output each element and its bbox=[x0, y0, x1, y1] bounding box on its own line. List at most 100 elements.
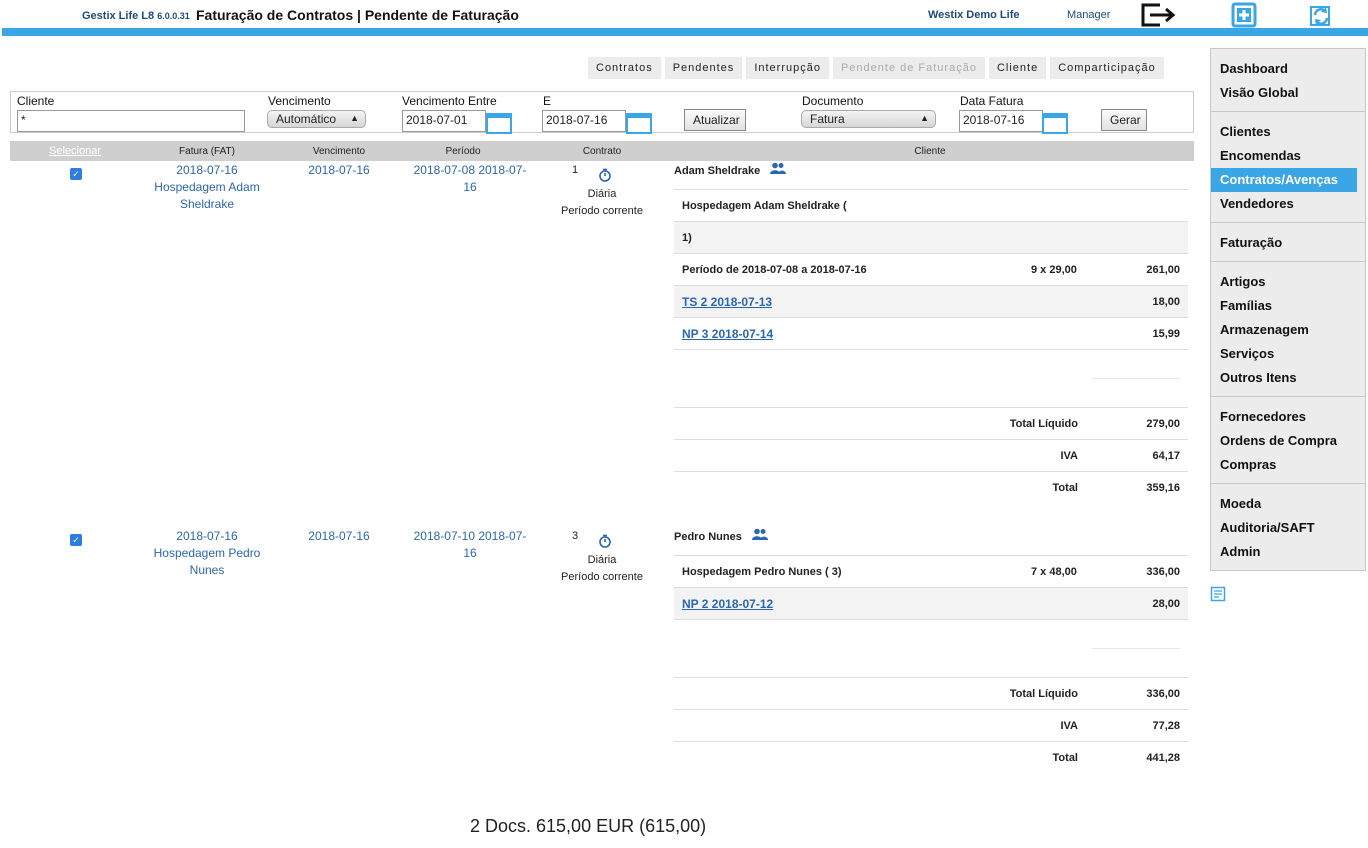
row-select-checkbox[interactable]: ✓ bbox=[70, 534, 82, 546]
tab-interrupção[interactable]: Interrupção bbox=[746, 57, 829, 79]
contrato-number: 1 bbox=[572, 164, 579, 176]
invoice-line: TS 2 2018-07-13 18,00 bbox=[674, 286, 1188, 318]
sidebar-item-vendedores[interactable]: Vendedores bbox=[1211, 192, 1365, 216]
header-accent-bar bbox=[2, 28, 1368, 36]
sidebar-item-contratos-aven-as[interactable]: Contratos/Avenças bbox=[1211, 168, 1357, 192]
periodo-link[interactable]: 2018-07-10 2018-07-16 bbox=[408, 528, 532, 562]
total-value: 441,28 bbox=[1146, 752, 1180, 764]
summary-total: 2 Docs. 615,00 EUR (615,00) bbox=[470, 816, 707, 836]
stopwatch-icon[interactable] bbox=[598, 168, 612, 182]
column-header-contrato: Contrato bbox=[582, 146, 622, 157]
gerar-button[interactable]: Gerar bbox=[1101, 109, 1147, 131]
total-value: 359,16 bbox=[1146, 482, 1180, 494]
sidebar-item-fatura-o[interactable]: Faturação bbox=[1211, 231, 1365, 255]
sidebar-item-admin[interactable]: Admin bbox=[1211, 540, 1365, 564]
total-value: 279,00 bbox=[1146, 418, 1180, 430]
sidebar-group: Dashboard Visão Global bbox=[1210, 48, 1366, 111]
calendar-icon[interactable] bbox=[1042, 113, 1068, 134]
top-header: Gestix Life L8 6.0.0.31 Faturação de Con… bbox=[0, 0, 1368, 28]
tab-pendentes[interactable]: Pendentes bbox=[664, 57, 743, 79]
sidebar-item-artigos[interactable]: Artigos bbox=[1211, 270, 1365, 294]
company-name[interactable]: Westix Demo Life bbox=[928, 9, 1020, 21]
sidebar-item-dashboard[interactable]: Dashboard bbox=[1211, 57, 1365, 81]
tab-comparticipação[interactable]: Comparticipação bbox=[1050, 57, 1164, 79]
vencimento-link[interactable]: 2018-07-16 bbox=[289, 528, 389, 545]
documento-select-value: Fatura bbox=[810, 112, 845, 126]
table-header: Selecionar Fatura (FAT) Vencimento Perío… bbox=[10, 141, 1194, 161]
select-arrows-icon: ▲ bbox=[920, 113, 929, 123]
invoice-line: Hospedagem Adam Sheldrake ( bbox=[674, 190, 1188, 222]
sidebar-item-encomendas[interactable]: Encomendas bbox=[1211, 144, 1365, 168]
calendar-icon[interactable] bbox=[626, 113, 652, 134]
select-all-link[interactable]: Selecionar bbox=[46, 145, 104, 157]
sidebar-item-compras[interactable]: Compras bbox=[1211, 453, 1365, 477]
logout-icon[interactable] bbox=[1140, 2, 1176, 28]
total-label: Total Líquido bbox=[1009, 418, 1078, 430]
contrato-frequency: Diária Período corrente bbox=[561, 188, 643, 217]
document-link[interactable]: NP 3 2018-07-14 bbox=[682, 327, 773, 341]
sidebar-item-clientes[interactable]: Clientes bbox=[1211, 120, 1365, 144]
documento-label: Documento bbox=[802, 94, 864, 108]
contrato-frequency: Diária Período corrente bbox=[561, 554, 643, 583]
row-select-checkbox[interactable]: ✓ bbox=[70, 168, 82, 180]
line-amount: 28,00 bbox=[1152, 598, 1180, 610]
vencimento-entre-input[interactable]: 2018-07-01 bbox=[402, 110, 486, 132]
documento-select[interactable]: Fatura ▲ bbox=[801, 110, 936, 128]
column-header-vencimento: Vencimento bbox=[312, 146, 366, 157]
app-name: Gestix Life L8 6.0.0.31 bbox=[82, 10, 190, 22]
invoice-line: NP 3 2018-07-14 15,99 bbox=[674, 318, 1188, 350]
vencimento-link[interactable]: 2018-07-16 bbox=[289, 162, 389, 179]
tab-contratos[interactable]: Contratos bbox=[588, 57, 661, 79]
fatura-link[interactable]: 2018-07-16 Hospedagem Pedro Nunes bbox=[142, 528, 272, 579]
fatura-link[interactable]: 2018-07-16 Hospedagem Adam Sheldrake bbox=[142, 162, 272, 213]
sidebar-item-vis-o-global[interactable]: Visão Global bbox=[1211, 81, 1365, 105]
vencimento-label: Vencimento bbox=[268, 94, 331, 108]
data-fatura-input[interactable]: 2018-07-16 bbox=[959, 110, 1043, 132]
sidebar-item-fornecedores[interactable]: Fornecedores bbox=[1211, 405, 1365, 429]
line-quantity: 9 x 29,00 bbox=[1031, 264, 1077, 276]
e-date-input[interactable]: 2018-07-16 bbox=[542, 110, 626, 132]
client-name: Adam Sheldrake bbox=[674, 162, 1188, 190]
vencimento-entre-label: Vencimento Entre bbox=[402, 94, 497, 108]
sidebar-item-auditoria-saft[interactable]: Auditoria/SAFT bbox=[1211, 516, 1365, 540]
select-arrows-icon: ▲ bbox=[350, 113, 359, 123]
sidebar-group: Moeda Auditoria/SAFT Admin bbox=[1210, 483, 1366, 571]
line-description: Hospedagem Adam Sheldrake ( bbox=[682, 200, 847, 212]
document-link[interactable]: NP 2 2018-07-12 bbox=[682, 597, 773, 611]
sidebar-item-servi-os[interactable]: Serviços bbox=[1211, 342, 1365, 366]
panel-toggle-icon[interactable] bbox=[1210, 586, 1226, 602]
contrato-period: Período corrente bbox=[561, 205, 643, 217]
sync-icon[interactable] bbox=[1307, 2, 1337, 28]
sidebar-item-fam-lias[interactable]: Famílias bbox=[1211, 294, 1365, 318]
total-label: IVA bbox=[1060, 450, 1078, 462]
vencimento-select[interactable]: Automático ▲ bbox=[267, 110, 366, 128]
invoice-line: NP 2 2018-07-12 28,00 bbox=[674, 588, 1188, 620]
sidebar-item-armazenagem[interactable]: Armazenagem bbox=[1211, 318, 1365, 342]
column-header-fatura: Fatura (FAT) bbox=[179, 146, 235, 157]
tab-cliente[interactable]: Cliente bbox=[988, 57, 1047, 79]
client-group-icon[interactable] bbox=[770, 162, 787, 180]
total-label: Total bbox=[1052, 482, 1078, 494]
sidebar-menu: Dashboard Visão Global Clientes Encomendas C… bbox=[1210, 48, 1366, 571]
sidebar-item-ordens-de-compra[interactable]: Ordens de Compra bbox=[1211, 429, 1365, 453]
line-amount: 261,00 bbox=[1146, 264, 1180, 276]
stopwatch-icon[interactable] bbox=[598, 534, 612, 548]
sidebar-item-moeda[interactable]: Moeda bbox=[1211, 492, 1365, 516]
add-icon[interactable] bbox=[1231, 2, 1261, 28]
line-quantity: 7 x 48,00 bbox=[1031, 566, 1077, 578]
total-line: IVA 77,28 bbox=[674, 710, 1188, 742]
contrato-period: Período corrente bbox=[561, 571, 643, 583]
periodo-link[interactable]: 2018-07-08 2018-07-16 bbox=[408, 162, 532, 196]
cliente-input[interactable]: * bbox=[17, 110, 245, 132]
cliente-label: Cliente bbox=[17, 94, 55, 108]
calendar-icon[interactable] bbox=[486, 113, 512, 134]
sidebar-item-outros-itens[interactable]: Outros Itens bbox=[1211, 366, 1365, 390]
atualizar-button[interactable]: Atualizar bbox=[684, 109, 746, 131]
total-label: Total Líquido bbox=[1009, 688, 1078, 700]
total-line: Total 359,16 bbox=[674, 472, 1188, 504]
document-link[interactable]: TS 2 2018-07-13 bbox=[682, 295, 772, 309]
client-group-icon[interactable] bbox=[751, 528, 768, 546]
column-header-cliente: Cliente bbox=[914, 146, 946, 157]
user-name[interactable]: Manager bbox=[1067, 9, 1110, 21]
client-name: Pedro Nunes bbox=[674, 528, 1188, 556]
